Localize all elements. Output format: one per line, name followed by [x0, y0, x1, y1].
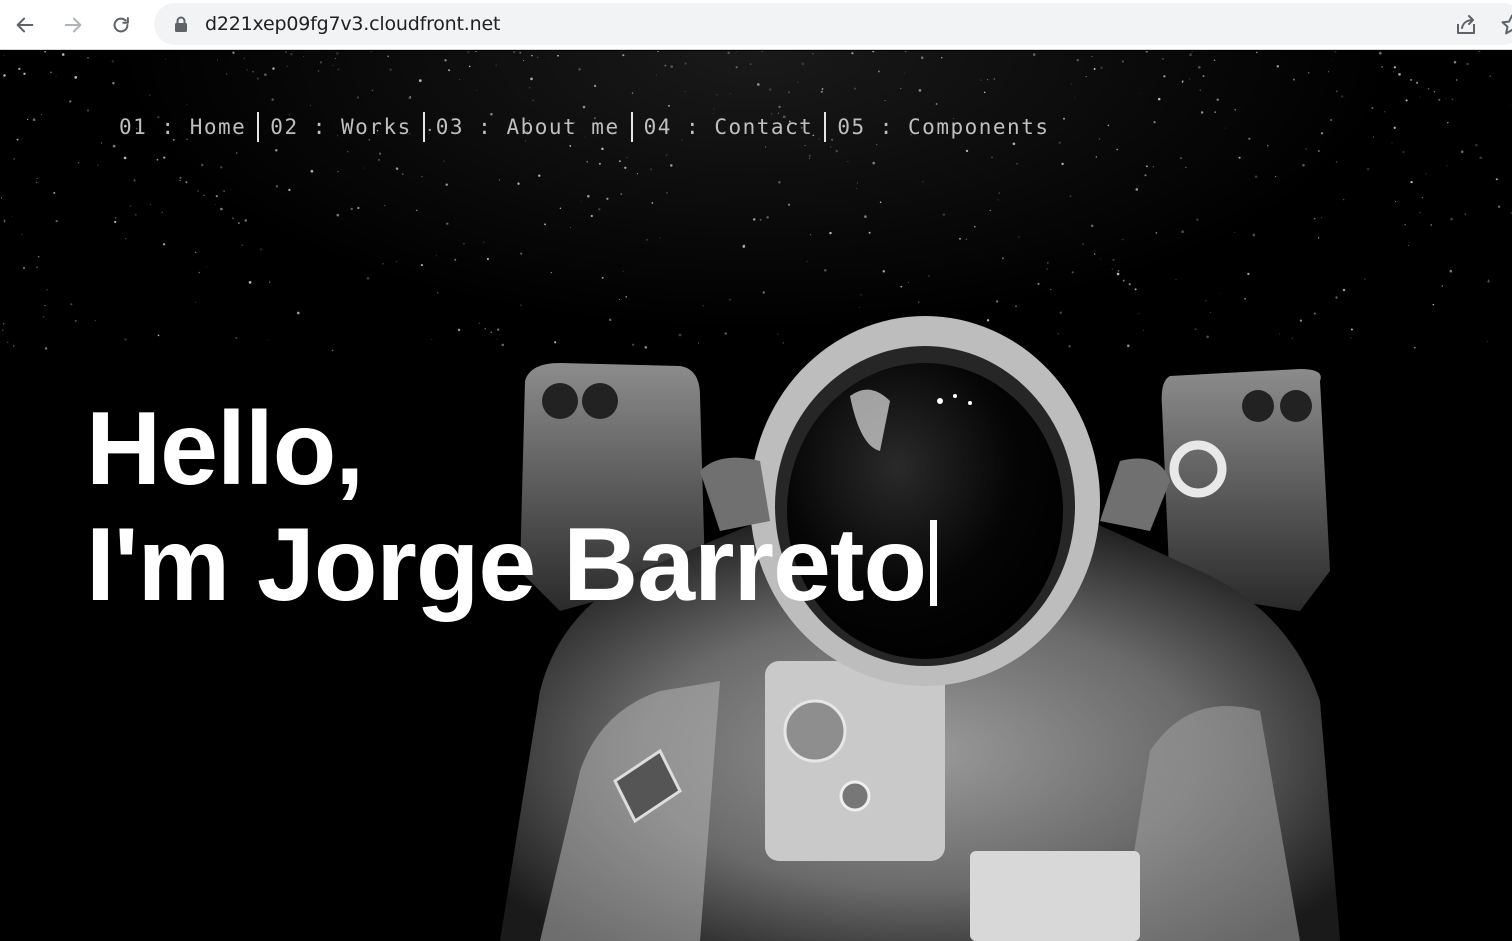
- star-icon[interactable]: [1500, 13, 1512, 37]
- hero-heading: Hello, I'm Jorge Barreto: [86, 391, 937, 623]
- lock-icon[interactable]: [174, 16, 188, 32]
- url-text[interactable]: d221xep09fg7v3.cloudfront.net: [205, 13, 500, 35]
- nav-item-about[interactable]: 03 : About me: [425, 115, 631, 139]
- hero-page: 01 : Home 02 : Works 03 : About me 04 : …: [0, 51, 1512, 941]
- nav-item-components[interactable]: 05 : Components: [826, 115, 1060, 139]
- typing-caret: [929, 520, 937, 606]
- nav-item-works[interactable]: 02 : Works: [259, 115, 422, 139]
- reload-icon: [113, 17, 129, 33]
- back-button[interactable]: [8, 8, 42, 42]
- arrow-left-icon: [16, 17, 34, 33]
- forward-button[interactable]: [56, 8, 90, 42]
- hero-greeting: Hello,: [86, 391, 364, 507]
- main-nav: 01 : Home 02 : Works 03 : About me 04 : …: [108, 111, 1060, 143]
- hero-name-line: I'm Jorge Barreto: [86, 507, 937, 623]
- address-bar[interactable]: d221xep09fg7v3.cloudfront.net: [154, 3, 1512, 45]
- reload-button[interactable]: [104, 8, 138, 42]
- arrow-right-icon: [64, 17, 82, 33]
- hero-name: I'm Jorge Barreto: [86, 507, 927, 623]
- share-icon[interactable]: [1454, 13, 1478, 37]
- browser-toolbar: d221xep09fg7v3.cloudfront.net: [0, 0, 1512, 50]
- nav-item-home[interactable]: 01 : Home: [108, 115, 257, 139]
- nav-item-contact[interactable]: 04 : Contact: [633, 115, 825, 139]
